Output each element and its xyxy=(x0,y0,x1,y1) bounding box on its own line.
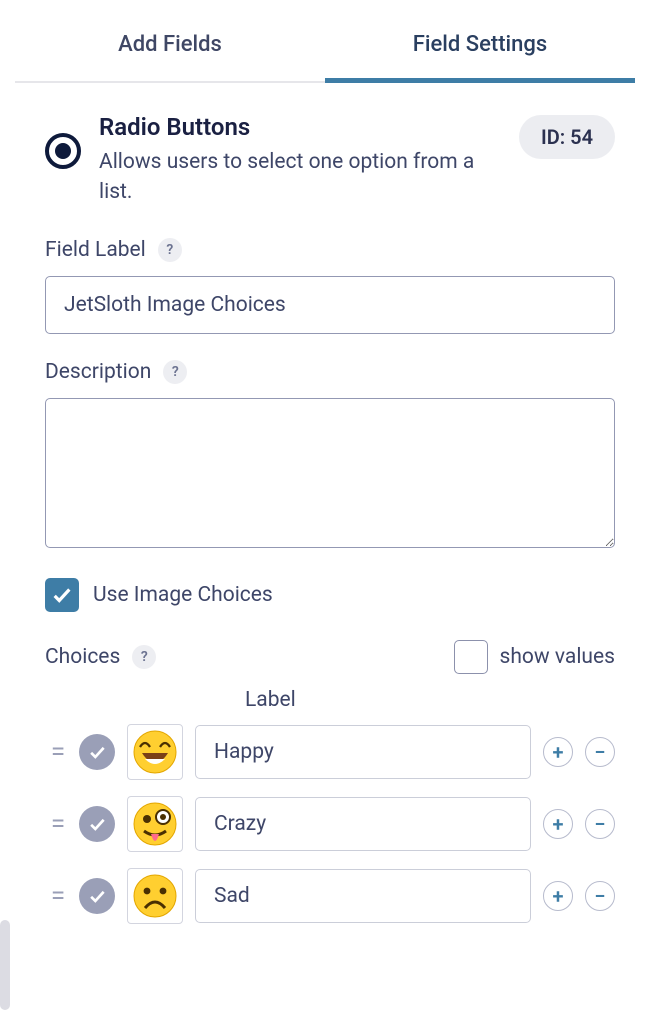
add-choice-button[interactable]: + xyxy=(543,809,573,839)
crazy-emoji-icon xyxy=(132,801,178,847)
use-image-choices-label: Use Image Choices xyxy=(93,583,273,607)
radio-button-icon xyxy=(45,133,81,169)
remove-choice-button[interactable]: − xyxy=(585,737,615,767)
choice-row: = + − xyxy=(45,868,615,924)
description-label: Description xyxy=(45,360,151,384)
tab-field-settings[interactable]: Field Settings xyxy=(325,10,635,81)
sad-emoji-icon xyxy=(132,873,178,919)
field-header: Radio Buttons Allows users to select one… xyxy=(45,113,615,208)
checkmark-icon xyxy=(87,886,107,906)
minus-icon: − xyxy=(594,742,605,762)
drag-handle-icon[interactable]: = xyxy=(45,737,67,767)
field-label-input[interactable] xyxy=(45,276,615,334)
add-choice-button[interactable]: + xyxy=(543,881,573,911)
use-image-choices-checkbox[interactable] xyxy=(45,578,79,612)
choice-image-thumb[interactable] xyxy=(127,868,183,924)
field-type-title: Radio Buttons xyxy=(99,113,501,141)
minus-icon: − xyxy=(594,814,605,834)
choice-image-thumb[interactable] xyxy=(127,724,183,780)
choice-row: = + − xyxy=(45,724,615,780)
help-icon[interactable]: ? xyxy=(158,238,182,262)
checkmark-icon xyxy=(87,742,107,762)
scrollbar[interactable] xyxy=(0,920,10,1010)
help-icon[interactable]: ? xyxy=(163,360,187,384)
drag-handle-icon[interactable]: = xyxy=(45,881,67,911)
add-choice-button[interactable]: + xyxy=(543,737,573,767)
show-values-checkbox[interactable] xyxy=(454,640,488,674)
remove-choice-button[interactable]: − xyxy=(585,809,615,839)
checkmark-icon xyxy=(51,584,73,606)
plus-icon: + xyxy=(553,814,564,834)
field-label-label: Field Label xyxy=(45,238,146,262)
happy-emoji-icon xyxy=(132,729,178,775)
show-values-label: show values xyxy=(500,645,615,669)
choice-label-input[interactable] xyxy=(195,725,531,779)
choice-image-thumb[interactable] xyxy=(127,796,183,852)
choice-row: = + − xyxy=(45,796,615,852)
minus-icon: − xyxy=(594,886,605,906)
checkmark-icon xyxy=(87,814,107,834)
choice-default-toggle[interactable] xyxy=(79,734,115,770)
field-id-badge: ID: 54 xyxy=(519,115,615,159)
help-icon[interactable]: ? xyxy=(132,645,156,669)
choice-label-input[interactable] xyxy=(195,797,531,851)
choice-column-label: Label xyxy=(245,688,615,712)
drag-handle-icon[interactable]: = xyxy=(45,809,67,839)
choice-label-input[interactable] xyxy=(195,869,531,923)
plus-icon: + xyxy=(553,886,564,906)
tab-add-fields[interactable]: Add Fields xyxy=(15,10,325,81)
choice-default-toggle[interactable] xyxy=(79,806,115,842)
choices-label: Choices xyxy=(45,645,120,669)
remove-choice-button[interactable]: − xyxy=(585,881,615,911)
plus-icon: + xyxy=(553,742,564,762)
field-type-description: Allows users to select one option from a… xyxy=(99,147,479,208)
description-input[interactable] xyxy=(45,398,615,548)
choice-default-toggle[interactable] xyxy=(79,878,115,914)
